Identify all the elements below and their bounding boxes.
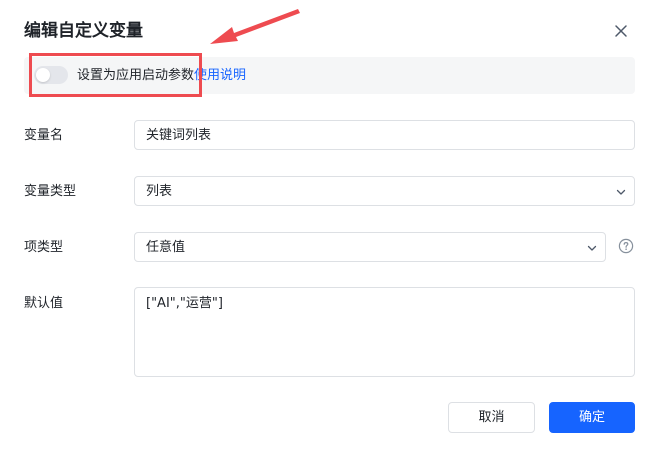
usage-guide-link[interactable]: 使用说明	[194, 68, 246, 83]
switch-knob	[36, 68, 50, 82]
default-value-textarea[interactable]: ["AI","运营"]	[134, 287, 635, 377]
variable-name-value: 关键词列表	[146, 128, 212, 143]
default-value-label: 默认值	[24, 296, 64, 311]
chevron-down-icon	[587, 245, 597, 251]
item-type-select[interactable]: 任意值	[134, 232, 606, 262]
variable-type-select[interactable]: 列表	[134, 176, 635, 206]
variable-type-value: 列表	[146, 184, 173, 199]
variable-name-input[interactable]: 关键词列表	[134, 120, 635, 150]
item-type-label: 项类型	[24, 240, 64, 255]
close-icon[interactable]	[612, 22, 630, 40]
question-circle-icon[interactable]	[618, 238, 634, 254]
confirm-button[interactable]: 确定	[549, 402, 635, 433]
startup-param-bar: 设置为应用启动参数使用说明	[24, 57, 635, 94]
edit-variable-dialog: 编辑自定义变量 设置为应用启动参数使用说明 变量名 关键词列表 变量类型 列表 …	[0, 0, 657, 455]
dialog-title: 编辑自定义变量	[24, 21, 143, 41]
startup-param-label-row: 设置为应用启动参数使用说明	[77, 66, 246, 85]
startup-param-label: 设置为应用启动参数	[77, 68, 195, 83]
item-type-value: 任意值	[146, 240, 186, 255]
cancel-button[interactable]: 取消	[448, 402, 535, 433]
default-value-text: ["AI","运营"]	[146, 296, 223, 311]
variable-type-label: 变量类型	[24, 184, 77, 199]
variable-name-label: 变量名	[24, 128, 64, 143]
chevron-down-icon	[616, 189, 626, 195]
startup-param-switch[interactable]	[34, 66, 68, 84]
